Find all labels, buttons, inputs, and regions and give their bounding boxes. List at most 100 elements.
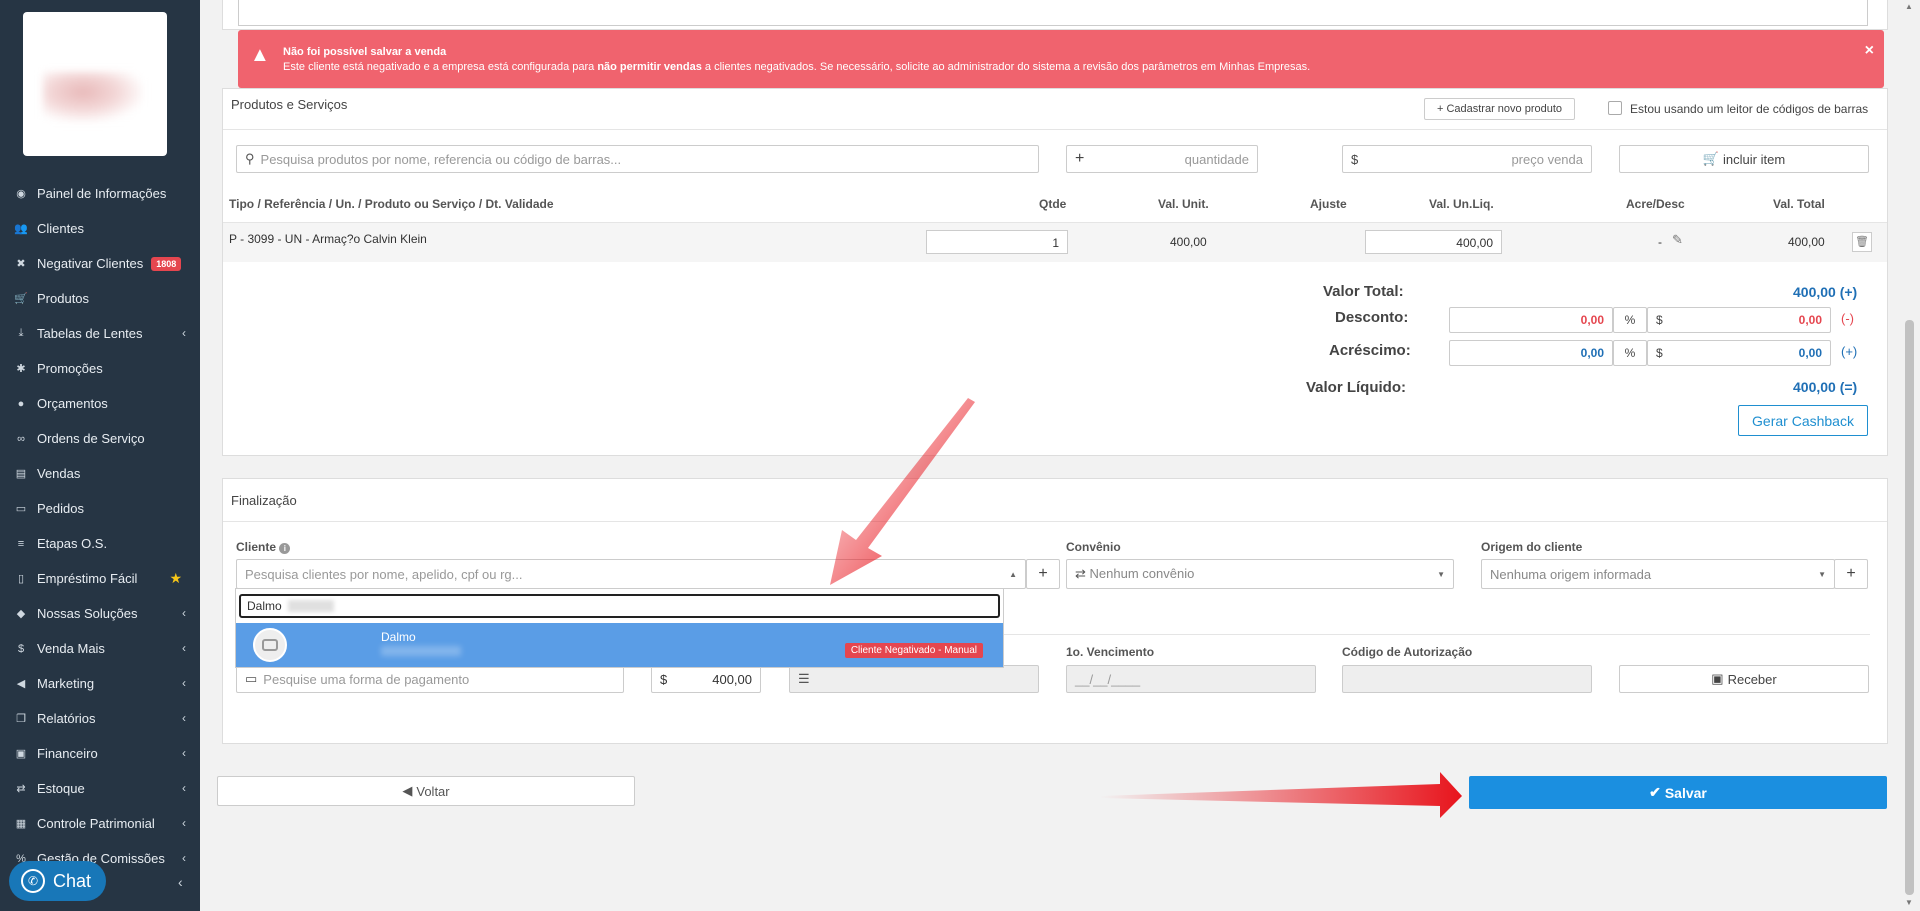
scroll-thumb[interactable] — [1905, 320, 1914, 895]
add-cliente-button[interactable]: + — [1026, 559, 1060, 589]
sidebar-item-etapas-o-s[interactable]: ≡ Etapas O.S. — [0, 526, 200, 561]
sidebar-item-label: Negativar Clientes — [37, 256, 144, 271]
company-logo[interactable] — [23, 12, 167, 156]
parcelas-input[interactable]: ☰ — [789, 665, 1039, 693]
sidebar-item-controle-patrimonial[interactable]: ▦ Controle Patrimonial ‹ — [0, 806, 200, 841]
col-header-acre: Acre/Desc — [1626, 197, 1685, 211]
add-origem-button[interactable]: + — [1834, 559, 1868, 589]
payment-search-input[interactable]: ▭ Pesquise uma forma de pagamento — [236, 665, 624, 693]
convenio-value-wrap: ⇄ Nenhum convênio — [1075, 566, 1195, 581]
sidebar-item-label: Ordens de Serviço — [37, 431, 145, 446]
chat-button[interactable]: ✆ Chat — [9, 861, 106, 901]
back-button[interactable]: ◀ Voltar — [217, 776, 635, 806]
inbox-icon: ▭ — [15, 503, 27, 515]
scroll-down-icon[interactable]: ▼ — [1905, 898, 1913, 907]
payment-value-input[interactable]: $400,00 — [651, 665, 761, 693]
dropdown-search-input[interactable]: Dalmo — [239, 594, 1000, 618]
whatsapp-icon: ✆ — [21, 869, 45, 893]
desconto-sign: (-) — [1841, 311, 1854, 326]
camera-icon — [262, 639, 278, 651]
glasses-icon: ∞ — [17, 432, 25, 445]
cashback-button[interactable]: Gerar Cashback — [1738, 405, 1868, 436]
chat-label: Chat — [53, 870, 92, 891]
sidebar-item-vendas[interactable]: ▤ Vendas — [0, 456, 200, 491]
autorizacao-input[interactable] — [1342, 665, 1592, 693]
sidebar-item-financeiro[interactable]: ▣ Financeiro ‹ — [0, 736, 200, 771]
sidebar-item-emprestimo-facil[interactable]: ▯ Empréstimo Fácil ★ — [0, 561, 200, 596]
receber-button[interactable]: ▣ Receber — [1619, 665, 1869, 693]
sidebar-item-painel-de-informacoes[interactable]: ◉ Painel de Informações — [0, 176, 200, 211]
convenio-label: Convênio — [1066, 540, 1121, 554]
option-name: Dalmo — [381, 630, 416, 644]
divider — [223, 521, 1887, 522]
new-product-button[interactable]: + Cadastrar novo produto — [1424, 98, 1575, 120]
error-alert: ▲ Não foi possível salvar a venda Este c… — [238, 30, 1884, 88]
trash-icon[interactable]: 🗑 — [1852, 232, 1872, 252]
plus-icon: + — [1075, 150, 1085, 167]
chevron-left-icon: ‹ — [182, 851, 186, 865]
sidebar-item-promocoes[interactable]: ✱ Promoções — [0, 351, 200, 386]
sidebar-item-ordens-de-servico[interactable]: ∞ Ordens de Serviço — [0, 421, 200, 456]
acrescimo-amount-input[interactable]: $0,00 — [1647, 340, 1831, 366]
sidebar-item-label: Controle Patrimonial — [37, 816, 155, 831]
scroll-up-icon[interactable]: ▲ — [1905, 2, 1913, 11]
col-header-total: Val. Total — [1773, 197, 1825, 211]
save-button[interactable]: ✔ Salvar — [1469, 776, 1887, 809]
price-input[interactable]: $ preço venda — [1342, 145, 1592, 173]
download-icon: ⤓ — [18, 327, 24, 339]
row-qty-input[interactable]: 1 — [926, 230, 1068, 254]
include-item-button[interactable]: 🛒 incluir item — [1619, 145, 1869, 173]
origem-select[interactable]: Nenhuma origem informada ▼ — [1481, 559, 1835, 589]
acrescimo-value-input[interactable]: 0,00 — [1449, 340, 1613, 366]
cliente-select[interactable]: Pesquisa clientes por nome, apelido, cpf… — [236, 559, 1026, 589]
product-search-input[interactable]: ⚲ Pesquisa produtos por nome, referencia … — [236, 145, 1039, 173]
vencimento-input[interactable]: __/__/____ — [1066, 665, 1316, 693]
sidebar-item-negativar-clientes[interactable]: ✖ Negativar Clientes 1808 — [0, 246, 200, 281]
sidebar-item-estoque[interactable]: ⇄ Estoque ‹ — [0, 771, 200, 806]
close-icon[interactable]: × — [1865, 42, 1874, 60]
main-content: Produtos e Serviços + Cadastrar novo pro… — [200, 0, 1900, 911]
alert-message: Este cliente está negativado e a empresa… — [283, 61, 1311, 73]
star-icon: ★ — [169, 570, 182, 586]
edit-icon[interactable]: ✎ — [1672, 232, 1683, 248]
col-header-desc: Tipo / Referência / Un. / Produto ou Ser… — [229, 197, 554, 211]
observacao-textarea[interactable] — [238, 0, 1868, 26]
barcode-checkbox[interactable] — [1608, 101, 1622, 115]
sidebar-item-tabelas-de-lentes[interactable]: ⤓ Tabelas de Lentes ‹ — [0, 316, 200, 351]
quantity-input[interactable]: + quantidade — [1066, 145, 1258, 173]
desconto-cur: $ — [1656, 313, 1663, 327]
sidebar-item-nossas-solucoes[interactable]: ◆ Nossas Soluções ‹ — [0, 596, 200, 631]
sidebar-item-label: Estoque — [37, 781, 85, 796]
money-icon: ▣ — [1711, 671, 1724, 686]
warning-icon: ▲ — [250, 44, 270, 66]
collapse-sidebar-icon[interactable]: ‹ — [178, 874, 183, 890]
money-icon: ▣ — [15, 748, 27, 760]
sidebar-item-label: Etapas O.S. — [37, 536, 108, 551]
sidebar-item-venda-mais[interactable]: $ Venda Mais ‹ — [0, 631, 200, 666]
chevron-left-icon: ‹ — [182, 746, 186, 760]
caret-down-icon: ▼ — [1818, 569, 1826, 579]
exchange-icon: ⇄ — [1075, 566, 1086, 581]
exchange-icon: ⇄ — [16, 783, 26, 795]
sidebar-item-marketing[interactable]: ◀ Marketing ‹ — [0, 666, 200, 701]
sidebar-item-label: Tabelas de Lentes — [37, 326, 143, 341]
desconto-amount-input[interactable]: $0,00 — [1647, 307, 1831, 333]
dropdown-option[interactable]: Dalmo Cliente Negativado - Manual — [236, 623, 1003, 667]
desconto-value-input[interactable]: 0,00 — [1449, 307, 1613, 333]
caret-up-icon: ▲ — [1009, 569, 1017, 579]
sidebar-item-relatorios[interactable]: ❐ Relatórios ‹ — [0, 701, 200, 736]
row-liq-input[interactable]: 400,00 — [1365, 230, 1502, 254]
valor-liquido-label: Valor Líquido: — [1306, 379, 1406, 396]
sidebar-item-produtos[interactable]: 🛒 Produtos — [0, 281, 200, 316]
sidebar-item-clientes[interactable]: 👥 Clientes — [0, 211, 200, 246]
sidebar-item-label: Promoções — [37, 361, 103, 376]
list-icon: ☰ — [798, 671, 810, 686]
sidebar-item-label: Nossas Soluções — [37, 606, 138, 621]
blurred-text — [287, 600, 334, 612]
sidebar-item-orcamentos[interactable]: ● Orçamentos — [0, 386, 200, 421]
valor-total-value: 400,00 (+) — [1793, 284, 1858, 300]
page-scrollbar[interactable]: ▲ ▼ — [1900, 0, 1920, 911]
sidebar-item-pedidos[interactable]: ▭ Pedidos — [0, 491, 200, 526]
cliente-dropdown: Dalmo Dalmo Cliente Negativado - Manual — [235, 588, 1004, 668]
convenio-select[interactable]: ⇄ Nenhum convênio ▼ — [1066, 559, 1454, 589]
